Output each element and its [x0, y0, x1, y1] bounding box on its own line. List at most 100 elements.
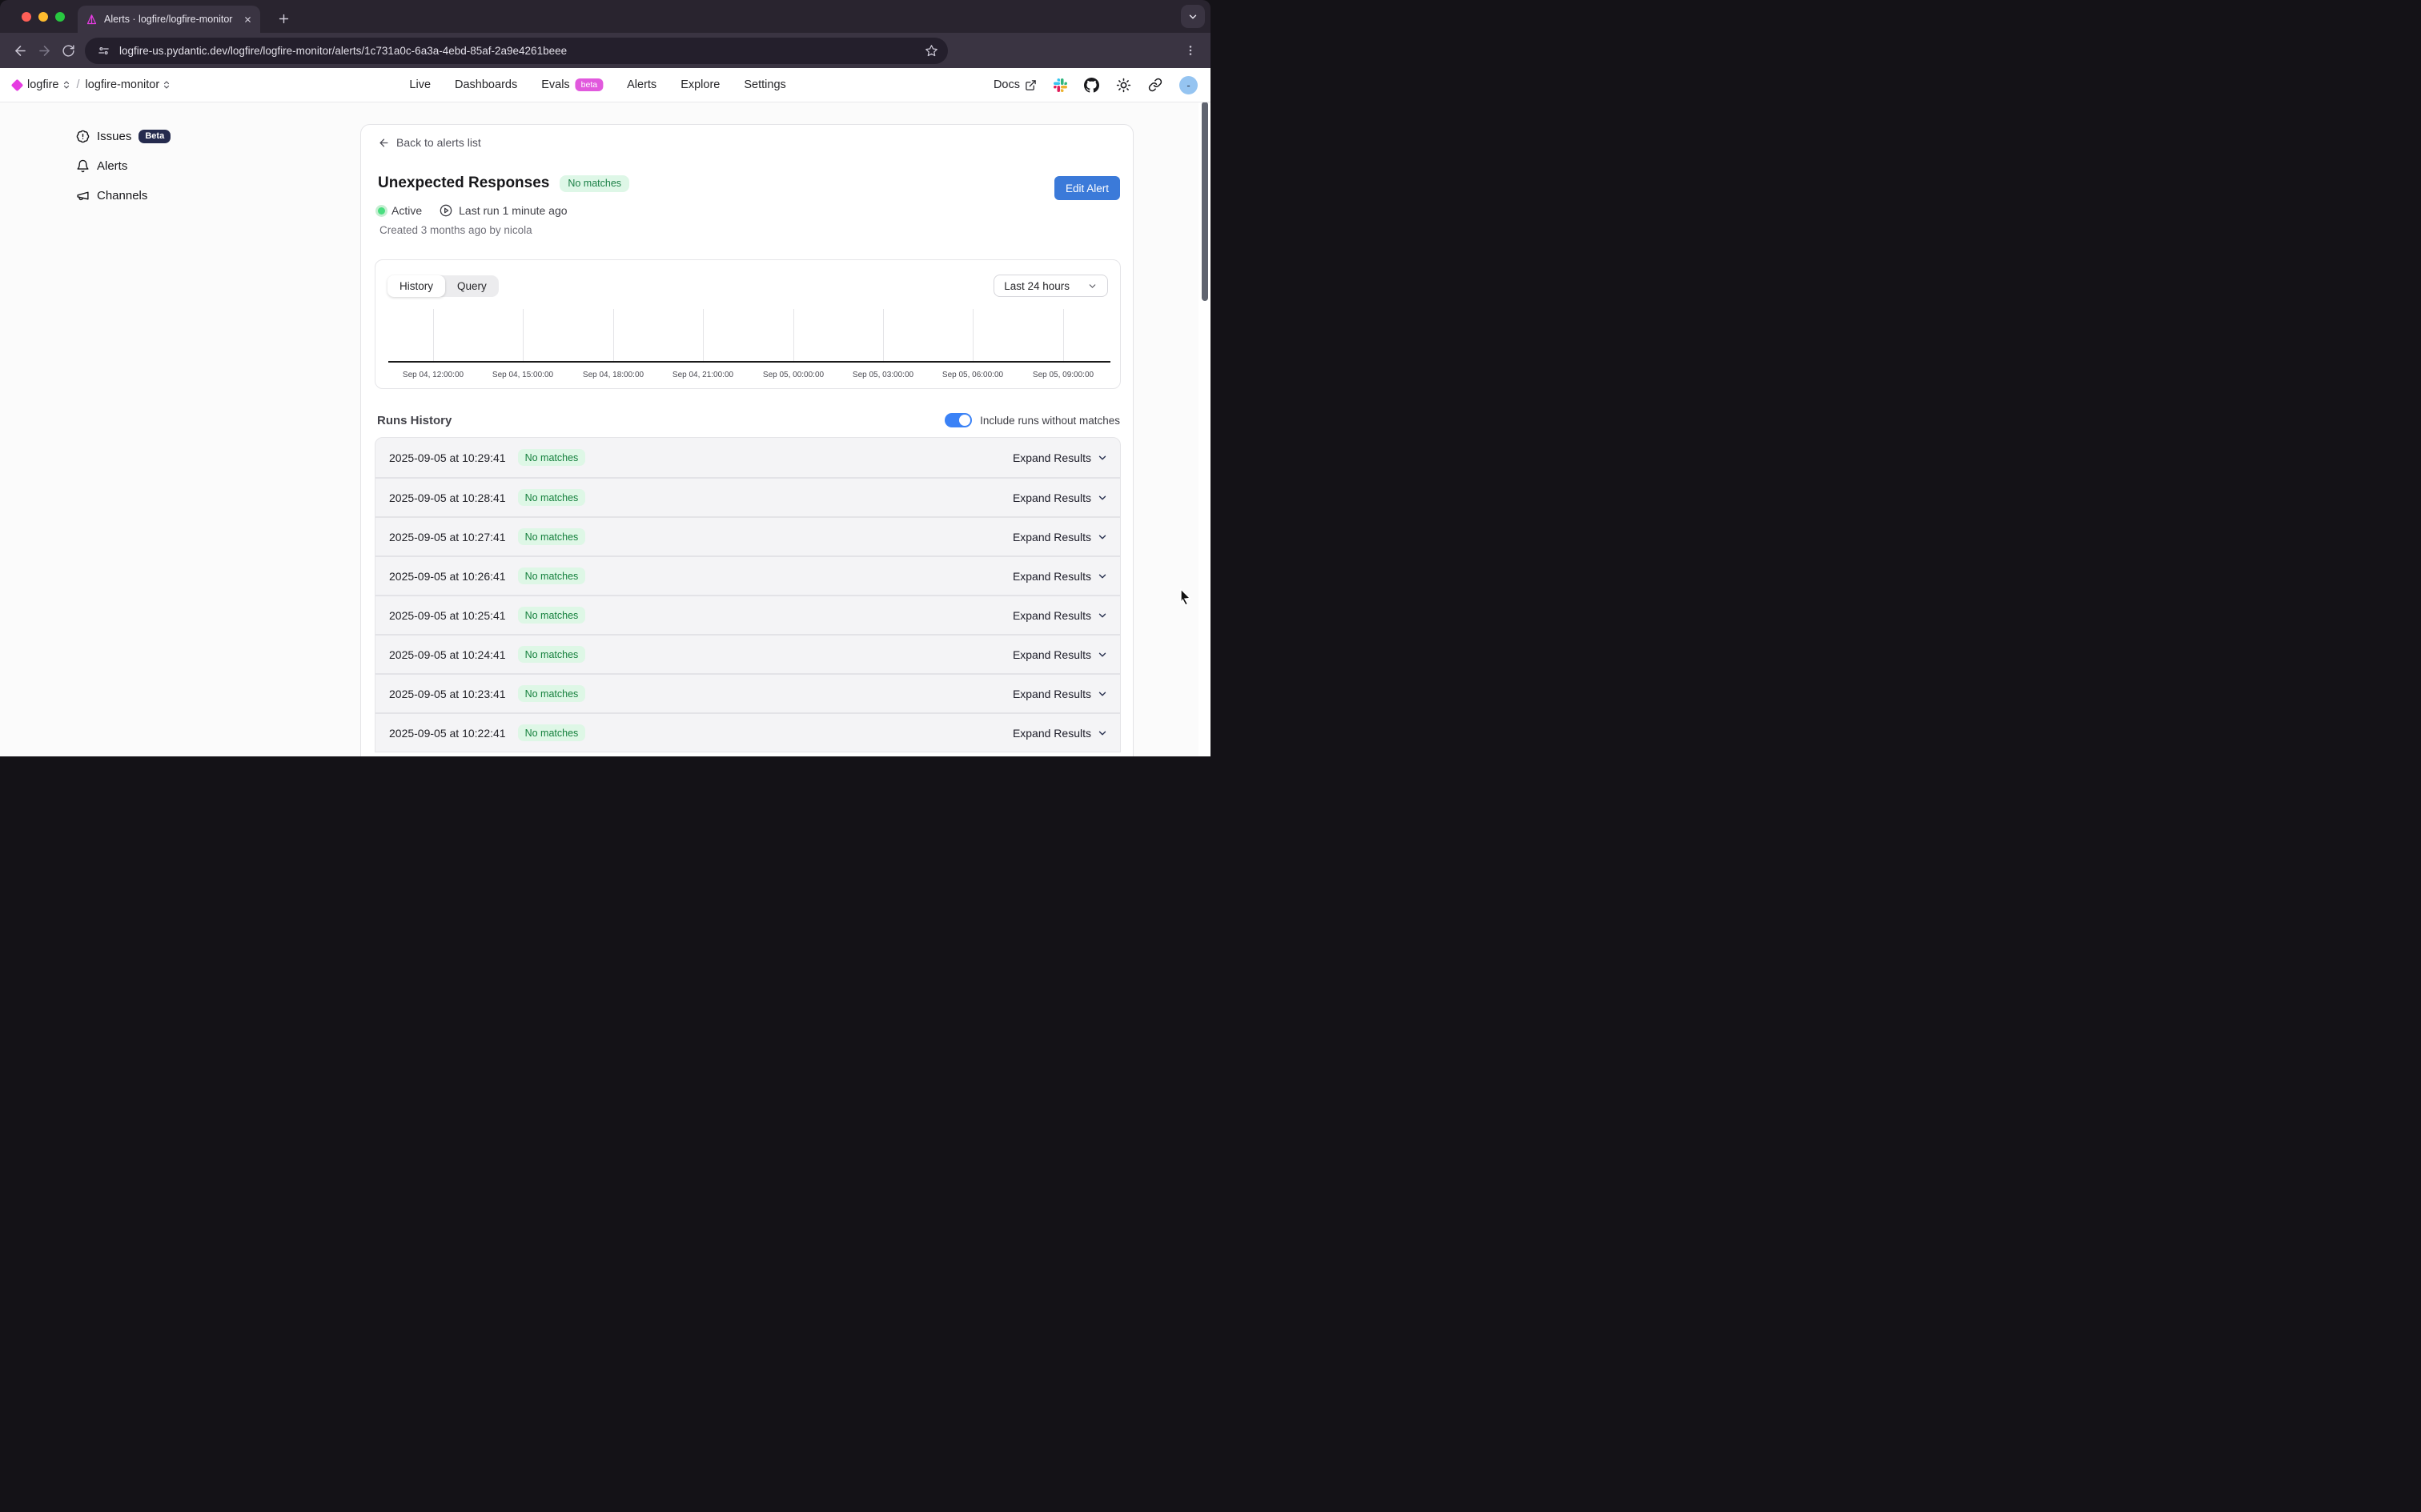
reload-button[interactable] — [56, 38, 80, 62]
theme-toggle-sun-icon[interactable] — [1116, 78, 1131, 93]
plus-icon — [277, 12, 291, 26]
expand-results-button[interactable]: Expand Results — [1013, 451, 1108, 464]
forward-button[interactable] — [32, 38, 56, 62]
x-axis-label: Sep 05, 00:00:00 — [745, 371, 841, 379]
window-close-button[interactable] — [22, 12, 31, 22]
tab-close-icon[interactable] — [243, 15, 252, 24]
bookmark-star-icon[interactable] — [925, 44, 938, 58]
megaphone-icon — [76, 189, 90, 203]
x-axis-label: Sep 04, 15:00:00 — [475, 371, 571, 379]
badge-alert-icon — [76, 130, 90, 143]
x-axis-label: Sep 04, 18:00:00 — [565, 371, 661, 379]
browser-menu-button[interactable] — [1178, 38, 1202, 62]
history-chart-panel: History Query Last 24 hours Sep 04, 12:0… — [375, 259, 1121, 389]
expand-results-button[interactable]: Expand Results — [1013, 531, 1108, 543]
run-status-badge: No matches — [518, 489, 586, 506]
nav-evals[interactable]: Evalsbeta — [541, 78, 603, 91]
slack-icon[interactable] — [1054, 78, 1067, 92]
chevron-down-icon — [1097, 492, 1108, 503]
run-row: 2025-09-05 at 10:26:41 No matches Expand… — [375, 555, 1120, 595]
breadcrumb: logfire / logfire-monitor — [13, 78, 171, 91]
window-zoom-button[interactable] — [55, 12, 65, 22]
nav-explore[interactable]: Explore — [681, 78, 720, 91]
expand-results-button[interactable]: Expand Results — [1013, 491, 1108, 504]
edit-alert-button[interactable]: Edit Alert — [1054, 176, 1120, 200]
url-text[interactable]: logfire-us.pydantic.dev/logfire/logfire-… — [119, 45, 917, 57]
window-controls — [22, 12, 65, 22]
chart-gridline — [1063, 309, 1064, 361]
scrollbar-thumb[interactable] — [1202, 102, 1208, 301]
sidebar-item-issues[interactable]: Issues Beta — [76, 126, 171, 146]
chevron-down-icon — [1097, 649, 1108, 660]
run-status-badge: No matches — [518, 449, 586, 466]
chart-gridline — [433, 309, 434, 361]
run-timestamp: 2025-09-05 at 10:28:41 — [389, 491, 506, 504]
nav-settings[interactable]: Settings — [744, 78, 785, 91]
chevron-down-icon — [1097, 688, 1108, 700]
expand-results-label: Expand Results — [1013, 688, 1091, 700]
expand-results-button[interactable]: Expand Results — [1013, 727, 1108, 740]
x-axis-label: Sep 05, 03:00:00 — [835, 371, 931, 379]
x-axis-label: Sep 05, 09:00:00 — [1015, 371, 1111, 379]
expand-results-label: Expand Results — [1013, 451, 1091, 464]
github-icon[interactable] — [1084, 78, 1099, 93]
user-avatar[interactable]: - — [1179, 76, 1198, 94]
back-to-alerts-link[interactable]: Back to alerts list — [378, 136, 481, 149]
run-timestamp: 2025-09-05 at 10:25:41 — [389, 609, 506, 622]
share-link-icon[interactable] — [1148, 78, 1162, 92]
run-timestamp: 2025-09-05 at 10:26:41 — [389, 570, 506, 583]
browser-toolbar: logfire-us.pydantic.dev/logfire/logfire-… — [0, 33, 1210, 68]
x-axis-label: Sep 04, 21:00:00 — [655, 371, 751, 379]
arrow-left-icon — [378, 137, 390, 149]
tab-query[interactable]: Query — [445, 275, 499, 297]
chevron-down-icon — [1097, 571, 1108, 582]
browser-tab-strip: Alerts · logfire/logfire-monitor — [0, 0, 1210, 33]
project-selector[interactable]: logfire-monitor — [86, 78, 172, 91]
app-header: logfire / logfire-monitor Live Dashboard… — [0, 68, 1210, 102]
chevron-down-icon — [1097, 610, 1108, 621]
alert-status-badge: No matches — [560, 175, 629, 192]
runs-history-header: Runs History Include runs without matche… — [377, 413, 1120, 427]
time-range-select[interactable]: Last 24 hours — [994, 275, 1108, 297]
run-status-badge: No matches — [518, 685, 586, 702]
external-link-icon — [1025, 79, 1037, 91]
tab-search-button[interactable] — [1181, 5, 1205, 28]
sidebar-item-channels[interactable]: Channels — [76, 186, 171, 205]
chart-gridline — [973, 309, 974, 361]
window-minimize-button[interactable] — [38, 12, 48, 22]
active-dot-icon — [378, 207, 385, 215]
sidebar-item-alerts[interactable]: Alerts — [76, 156, 171, 175]
chart-gridline — [613, 309, 614, 361]
back-button[interactable] — [8, 38, 32, 62]
expand-results-button[interactable]: Expand Results — [1013, 609, 1108, 622]
chevron-down-icon — [1097, 531, 1108, 543]
new-tab-button[interactable] — [272, 7, 295, 30]
alert-status-row: Active Last run 1 minute ago — [378, 204, 568, 217]
issues-beta-badge: Beta — [139, 130, 171, 143]
tab-title: Alerts · logfire/logfire-monitor — [104, 14, 237, 25]
sidebar-item-label: Issues — [97, 130, 131, 143]
x-axis-label: Sep 05, 06:00:00 — [925, 371, 1021, 379]
nav-live[interactable]: Live — [409, 78, 431, 91]
include-runs-toggle[interactable] — [945, 413, 972, 427]
url-bar[interactable]: logfire-us.pydantic.dev/logfire/logfire-… — [85, 38, 948, 64]
tab-history[interactable]: History — [387, 275, 445, 297]
reload-icon — [62, 44, 75, 58]
expand-results-button[interactable]: Expand Results — [1013, 570, 1108, 583]
nav-alerts[interactable]: Alerts — [627, 78, 656, 91]
docs-link[interactable]: Docs — [994, 78, 1037, 91]
org-selector[interactable]: logfire — [27, 78, 71, 91]
arrow-left-icon — [13, 43, 28, 58]
nav-dashboards[interactable]: Dashboards — [455, 78, 517, 91]
run-timestamp: 2025-09-05 at 10:24:41 — [389, 648, 506, 661]
browser-tab[interactable]: Alerts · logfire/logfire-monitor — [78, 6, 260, 33]
time-range-value: Last 24 hours — [1004, 280, 1070, 292]
expand-results-label: Expand Results — [1013, 570, 1091, 583]
expand-results-button[interactable]: Expand Results — [1013, 648, 1108, 661]
chevron-down-icon — [1097, 452, 1108, 463]
chart-controls: History Query Last 24 hours — [387, 275, 1108, 297]
project-name: logfire-monitor — [86, 78, 160, 91]
site-settings-icon[interactable] — [94, 42, 112, 59]
toggle-label: Include runs without matches — [980, 415, 1120, 427]
expand-results-button[interactable]: Expand Results — [1013, 688, 1108, 700]
